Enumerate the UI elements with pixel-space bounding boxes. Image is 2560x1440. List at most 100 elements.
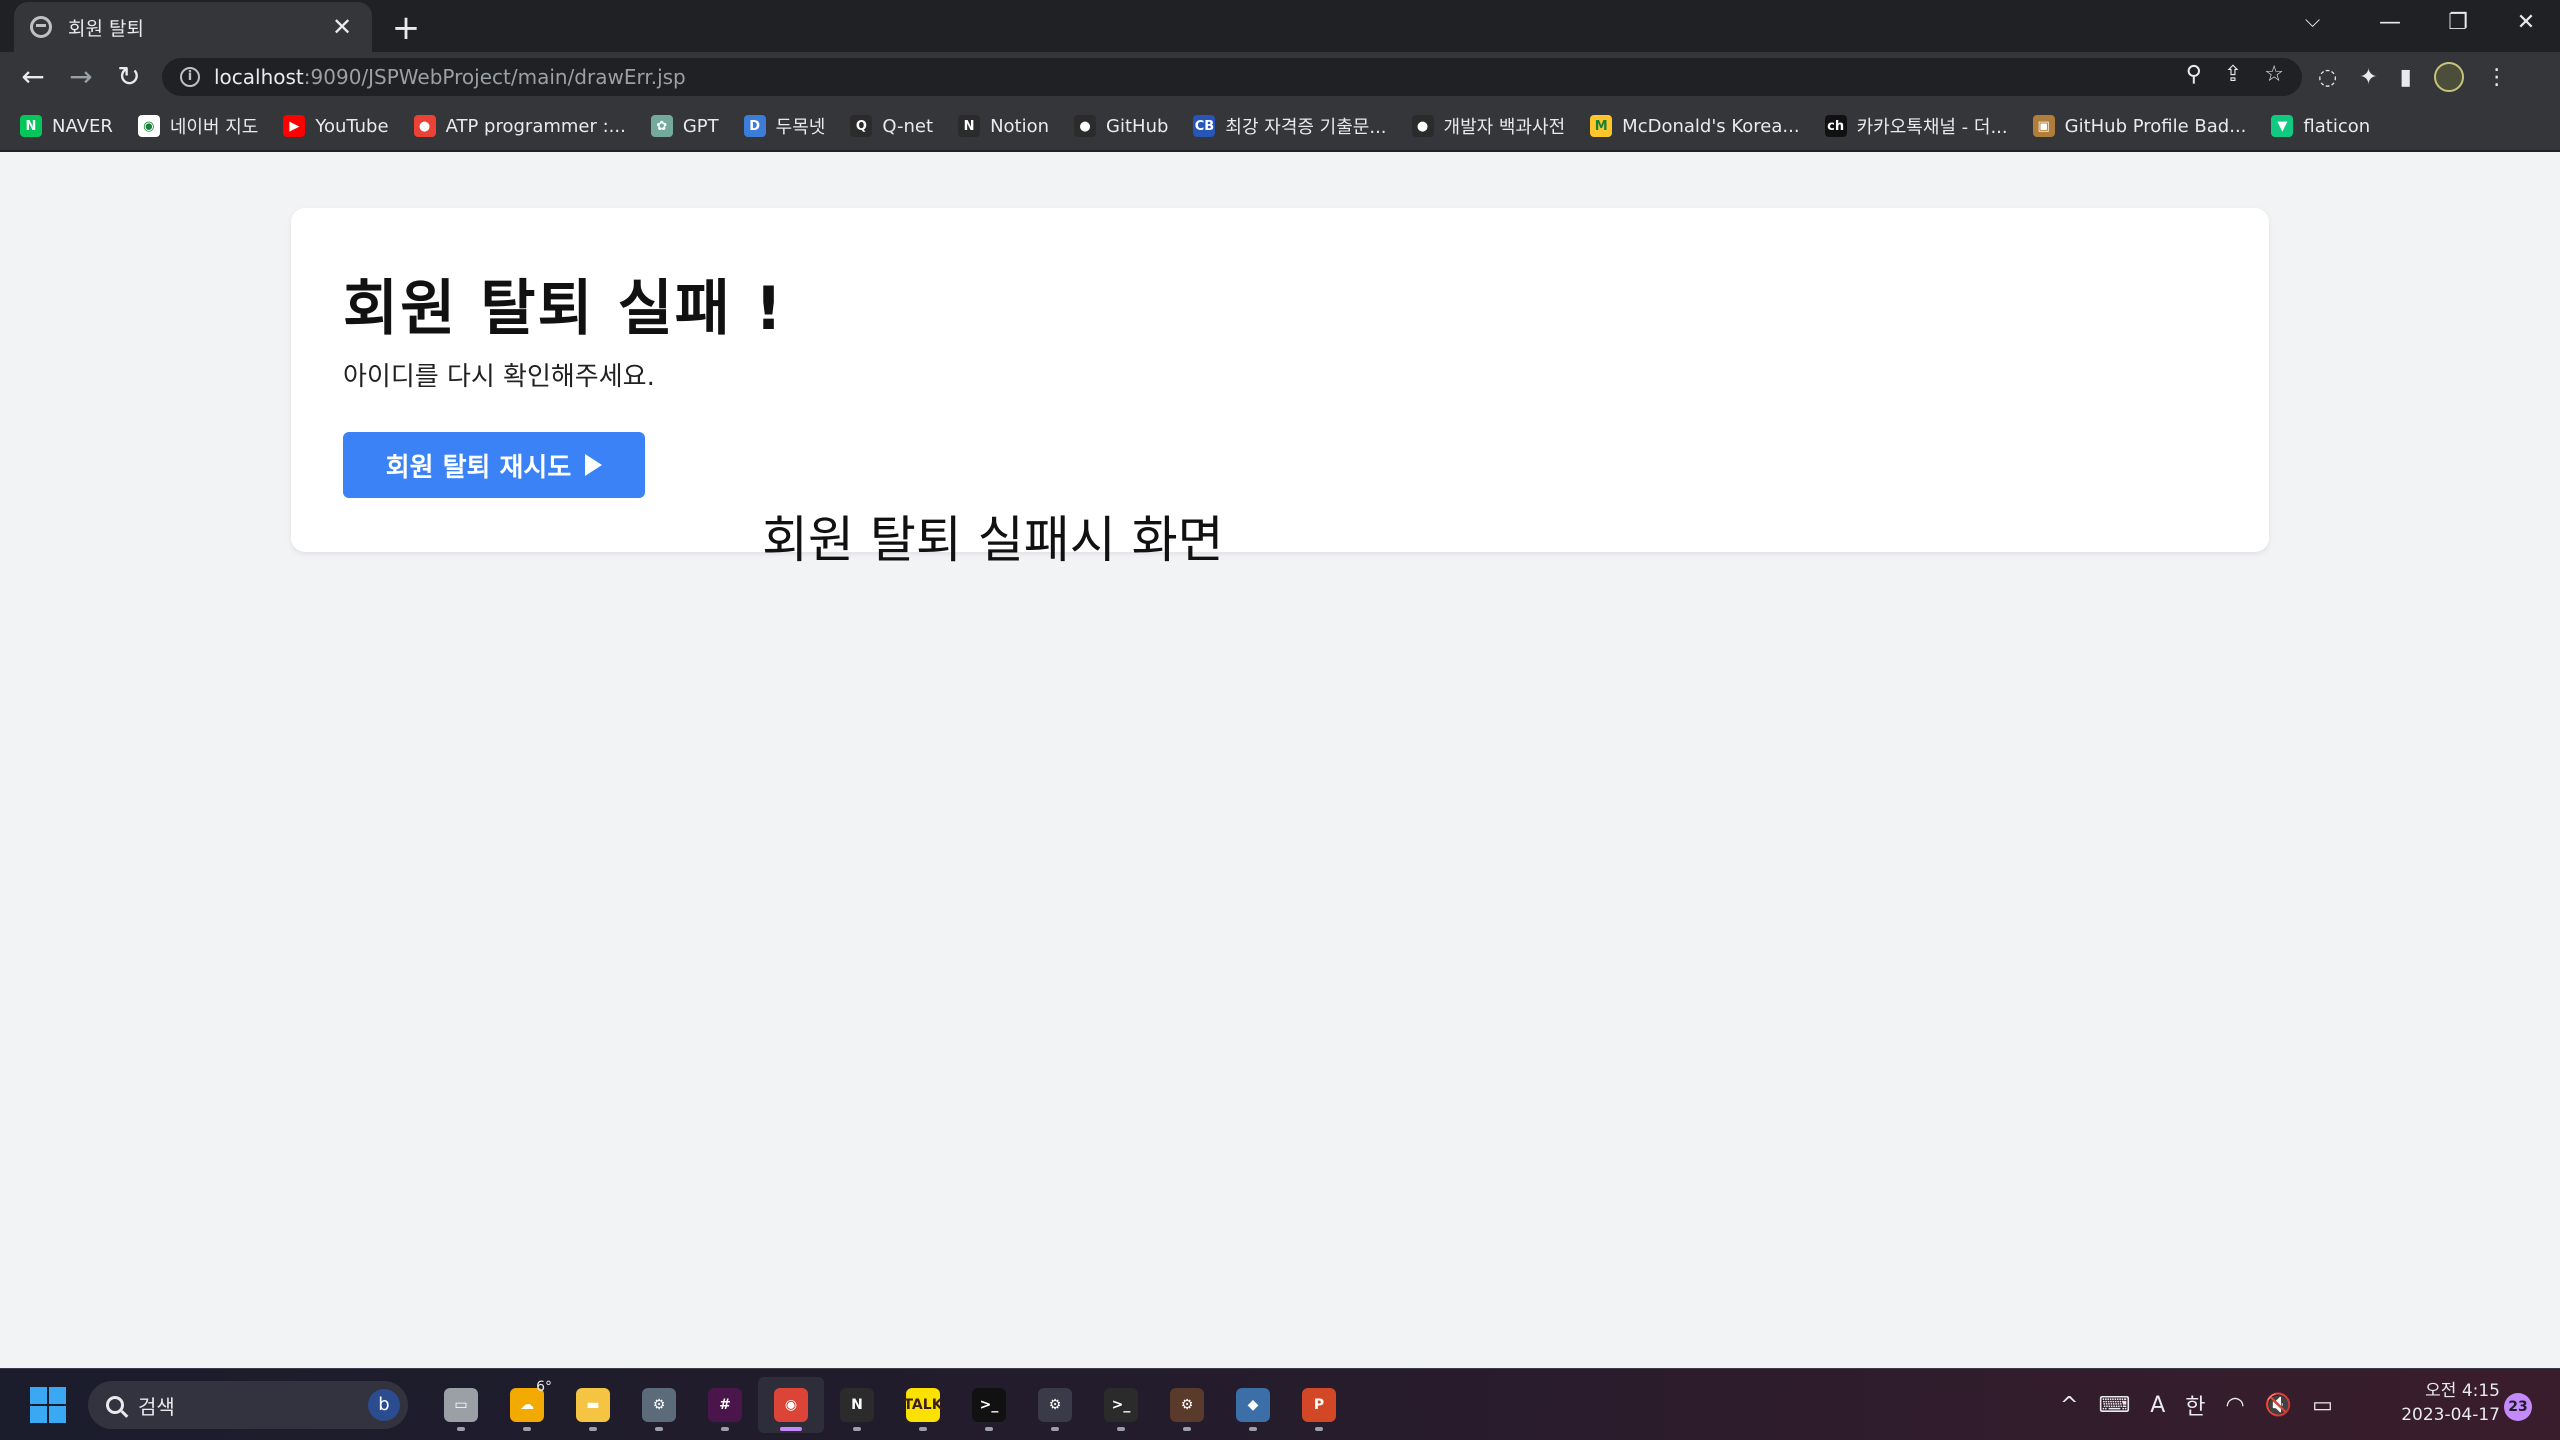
running-indicator [1117, 1427, 1125, 1431]
menu-icon[interactable]: ⋮ [2486, 65, 2508, 90]
restore-button[interactable]: ❐ [2424, 10, 2492, 35]
atp-icon: ● [413, 115, 436, 137]
bookmark-label: flaticon [2303, 115, 2371, 137]
taskbar-app[interactable]: >_ [956, 1377, 1022, 1433]
bookmark-label: 개발자 백과사전 [1443, 117, 1566, 138]
running-indicator [780, 1427, 802, 1431]
url-host: localhost [214, 65, 304, 89]
bookmark-item[interactable]: N NAVER [20, 115, 113, 137]
keyboard-icon[interactable]: ⌨ [2098, 1393, 2130, 1418]
bookmark-item[interactable]: D 두목넷 [743, 113, 825, 139]
taskbar-app[interactable]: N [824, 1377, 890, 1433]
forward-button[interactable]: → [64, 60, 98, 94]
close-window-button[interactable]: ✕ [2492, 10, 2560, 35]
notification-badge[interactable]: 23 [2504, 1393, 2532, 1421]
bookmark-star-icon[interactable]: ☆ [2264, 62, 2284, 87]
share-icon[interactable]: ⇪ [2224, 62, 2242, 87]
zoom-icon[interactable]: ⚲ [2186, 62, 2202, 87]
cbt-icon: CB [1193, 115, 1216, 137]
extensions-icon[interactable]: ✦ [2359, 65, 2377, 90]
windows-taskbar: 검색 b ▭ ☁ 6° ▬ ⚙ # ◉ N TALK >_ ⚙ >_ ⚙ ◆ P ^ ⌨ A 한 ◠ 🔇 ▭… [0, 1368, 2560, 1440]
taskbar-app[interactable]: ◉ [758, 1377, 824, 1433]
taskbar-app[interactable]: ⚙ [626, 1377, 692, 1433]
toolbar-actions: ◌ ✦ ▮ ⋮ [2318, 58, 2508, 96]
bookmark-item[interactable]: M McDonald's Korea... [1590, 115, 1800, 137]
back-button[interactable]: ← [16, 60, 50, 94]
taskbar-app[interactable]: ⚙ [1154, 1377, 1220, 1433]
side-panel-icon[interactable]: ▮ [2400, 65, 2412, 90]
window-controls: — ❐ ✕ [2356, 0, 2560, 44]
bookmark-item[interactable]: ▼ flaticon [2271, 115, 2370, 137]
ime-language-indicator[interactable]: 한 [2185, 1389, 2205, 1421]
taskbar-apps: ▭ ☁ 6° ▬ ⚙ # ◉ N TALK >_ ⚙ >_ ⚙ ◆ P [428, 1377, 1352, 1433]
taskbar-app[interactable]: >_ [1088, 1377, 1154, 1433]
running-indicator [1315, 1427, 1323, 1431]
new-tab-button[interactable]: + [388, 8, 424, 48]
bookmarks-bar: N NAVER ◉ 네이버 지도 ▶ YouTube ● ATP programmer :..… [0, 102, 2560, 152]
bookmark-label: 최강 자격증 기출문... [1225, 117, 1387, 138]
profile-avatar[interactable] [2433, 62, 2464, 92]
browser-tab[interactable]: 회원 탈퇴 ✕ [14, 2, 372, 52]
system-tray: ^ ⌨ A 한 ◠ 🔇 ▭ [2060, 1381, 2333, 1429]
naver-icon: N [20, 115, 42, 137]
taskbar-app[interactable]: ☁ 6° [494, 1377, 560, 1433]
wifi-icon[interactable]: ◠ [2226, 1393, 2245, 1418]
bookmark-item[interactable]: ✿ GPT [650, 115, 719, 137]
tray-chevron-icon[interactable]: ^ [2060, 1393, 2078, 1418]
bookmark-item[interactable]: N Notion [958, 115, 1049, 137]
bookmark-label: GPT [682, 115, 719, 137]
windows-start-icon[interactable] [30, 1387, 66, 1423]
dumok-icon: D [743, 115, 766, 137]
tab-search-icon[interactable]: ⌵ [2305, 8, 2320, 32]
kakaotalk-icon: TALK [903, 1388, 943, 1422]
address-bar[interactable]: i localhost:9090/JSPWebProject/main/draw… [162, 58, 2302, 96]
taskbar-app[interactable]: ▭ [428, 1377, 494, 1433]
taskbar-search[interactable]: 검색 b [88, 1381, 408, 1429]
bookmark-label: 네이버 지도 [169, 117, 259, 138]
naver-map-icon: ◉ [137, 115, 160, 137]
running-indicator [1183, 1427, 1191, 1431]
retry-button-label: 회원 탈퇴 재시도 [385, 452, 572, 483]
close-tab-icon[interactable]: ✕ [328, 13, 356, 41]
taskbar-app[interactable]: P [1286, 1377, 1352, 1433]
site-info-icon[interactable]: i [180, 67, 200, 87]
github-icon: ● [1074, 115, 1097, 137]
battery-icon[interactable]: ▭ [2312, 1393, 2333, 1418]
ime-mode-indicator[interactable]: A [2150, 1393, 2165, 1418]
bookmark-label: NAVER [52, 115, 113, 137]
taskbar-app[interactable]: TALK [890, 1377, 956, 1433]
bing-icon[interactable]: b [368, 1389, 400, 1421]
openai-icon: ✿ [650, 115, 673, 137]
retry-withdraw-button[interactable]: 회원 탈퇴 재시도 [343, 432, 645, 498]
bookmark-item[interactable]: ● 개발자 백과사전 [1411, 113, 1566, 139]
bookmark-item[interactable]: ◉ 네이버 지도 [137, 113, 259, 139]
running-indicator [919, 1427, 927, 1431]
minimize-button[interactable]: — [2356, 10, 2424, 35]
slack-icon: # [708, 1388, 742, 1422]
taskbar-search-placeholder: 검색 [138, 1394, 175, 1419]
qnet-icon: Q [850, 115, 873, 137]
bookmark-item[interactable]: ● GitHub [1074, 115, 1168, 137]
page-viewport: 회원 탈퇴 실패 ! 아이디를 다시 확인해주세요. 회원 탈퇴 재시도 회원 … [0, 154, 2560, 1368]
mcdonalds-icon: M [1590, 115, 1613, 137]
eclipse-icon: ⚙ [1170, 1388, 1204, 1422]
running-indicator [985, 1427, 993, 1431]
bookmark-item[interactable]: CB 최강 자격증 기출문... [1193, 113, 1387, 139]
reload-button[interactable]: ↻ [112, 60, 146, 94]
bookmark-item[interactable]: ch 카카오톡채널 - 더... [1824, 113, 2008, 139]
taskbar-app[interactable]: ⚙ [1022, 1377, 1088, 1433]
bookmark-item[interactable]: Q Q-net [850, 115, 933, 137]
bookmark-item[interactable]: ● ATP programmer :... [413, 115, 626, 137]
bookmark-item[interactable]: ▶ YouTube [283, 115, 389, 137]
powerpoint-icon: P [1302, 1388, 1336, 1422]
volume-muted-icon[interactable]: 🔇 [2265, 1393, 2292, 1418]
taskbar-clock[interactable]: 오전 4:15 2023-04-17 [2400, 1379, 2500, 1427]
taskbar-app[interactable]: ◆ [1220, 1377, 1286, 1433]
taskbar-app[interactable]: ▬ [560, 1377, 626, 1433]
bookmark-label: ATP programmer :... [445, 115, 626, 137]
bookmark-item[interactable]: ▣ GitHub Profile Bad... [2032, 115, 2246, 137]
taskbar-app[interactable]: # [692, 1377, 758, 1433]
url-path: :9090/JSPWebProject/main/drawErr.jsp [303, 65, 686, 89]
weather-temperature: 6° [536, 1379, 552, 1395]
browser-toolbar: ← → ↻ i localhost:9090/JSPWebProject/mai… [0, 52, 2560, 102]
